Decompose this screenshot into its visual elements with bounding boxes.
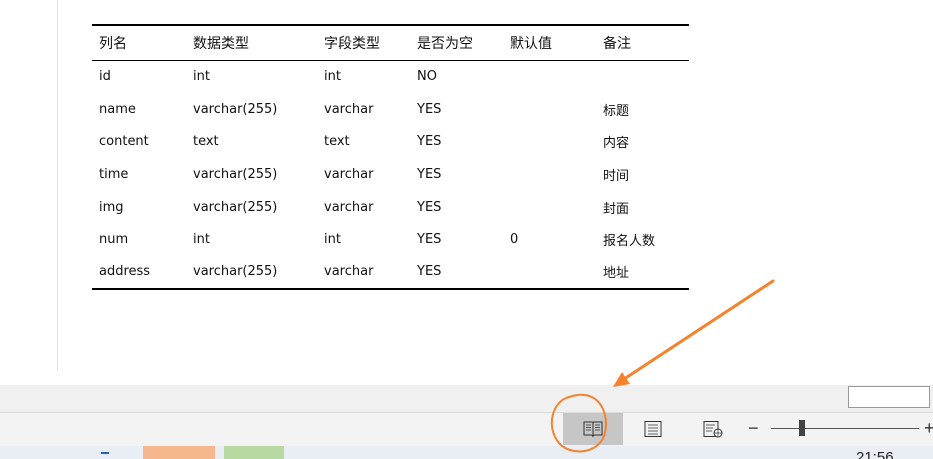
taskbar-app-button[interactable] <box>224 446 284 459</box>
table-cell <box>503 256 596 290</box>
column-header: 是否为空 <box>410 24 503 61</box>
read-mode-button[interactable] <box>563 413 623 445</box>
table-cell: varchar <box>317 256 410 290</box>
column-header: 默认值 <box>503 24 596 61</box>
table-cell: 内容 <box>603 136 630 152</box>
table-row: time varchar(255) varchar YES 时间 <box>92 158 689 191</box>
column-header: 列名 <box>92 24 186 61</box>
table-cell: int <box>193 232 210 248</box>
table-cell: YES <box>417 134 442 150</box>
table-row: name varchar(255) varchar YES 标题 <box>92 93 689 126</box>
find-input[interactable] <box>848 386 930 408</box>
schema-table: 列名 数据类型 字段类型 是否为空 默认值 备注 id int int NO n… <box>92 24 689 290</box>
table-cell: 0 <box>510 232 519 248</box>
table-cell: num <box>99 232 129 248</box>
table-cell: int <box>324 232 341 248</box>
print-layout-button[interactable] <box>632 413 674 445</box>
status-bar <box>0 413 933 446</box>
table-cell <box>503 60 596 93</box>
table-cell: varchar <box>324 199 374 215</box>
table-row: img varchar(255) varchar YES 封面 <box>92 191 689 224</box>
table-cell: content <box>99 134 149 150</box>
table-row: content text text YES 内容 <box>92 125 689 158</box>
table-cell: name <box>99 101 136 117</box>
table-cell: NO <box>417 69 437 85</box>
table-cell <box>503 158 596 191</box>
table-cell: 时间 <box>603 168 630 184</box>
table-cell: text <box>193 134 219 150</box>
table-cell: varchar <box>324 101 374 117</box>
table-cell: varchar(255) <box>193 101 278 117</box>
table-cell: YES <box>417 101 442 117</box>
zoom-in-button[interactable]: + <box>924 418 933 438</box>
horizontal-scroll-area[interactable] <box>0 385 933 413</box>
book-icon <box>583 421 603 438</box>
zoom-out-button[interactable]: − <box>748 418 759 438</box>
table-cell <box>503 191 596 224</box>
table-cell: address <box>92 256 186 290</box>
table-cell: img <box>99 199 124 215</box>
document-page: 列名 数据类型 字段类型 是否为空 默认值 备注 id int int NO n… <box>0 0 933 385</box>
table-cell: YES <box>417 232 442 248</box>
table-cell: 地址 <box>596 256 689 290</box>
table-cell: id <box>99 69 111 85</box>
table-cell: 标题 <box>603 103 630 119</box>
table-cell: YES <box>417 199 442 215</box>
table-row: id int int NO <box>92 60 689 93</box>
page-icon <box>644 421 662 437</box>
table-cell: time <box>99 166 129 182</box>
taskbar-clock: 21:56 <box>856 449 894 459</box>
table-cell: varchar(255) <box>193 166 278 182</box>
table-cell <box>596 60 689 93</box>
table-cell: YES <box>417 166 442 182</box>
table-cell: varchar <box>324 166 374 182</box>
web-page-icon <box>703 421 723 438</box>
taskbar-indicator <box>101 452 109 458</box>
web-layout-button[interactable] <box>692 413 734 445</box>
column-header: 字段类型 <box>317 24 410 61</box>
table-cell: int <box>324 69 341 85</box>
table-row: num int int YES 0 报名人数 <box>92 223 689 256</box>
column-header: 数据类型 <box>186 24 317 61</box>
zoom-slider-track[interactable] <box>771 428 919 429</box>
table-cell: YES <box>410 256 503 290</box>
table-header-row: 列名 数据类型 字段类型 是否为空 默认值 备注 <box>92 24 689 61</box>
table-cell: text <box>324 134 350 150</box>
table-cell: int <box>193 69 210 85</box>
table-cell: varchar(255) <box>193 199 278 215</box>
table-cell <box>503 125 596 158</box>
taskbar-app-button[interactable] <box>143 446 215 459</box>
taskbar <box>0 446 933 459</box>
table-cell <box>503 93 596 126</box>
page-margin-line <box>57 0 58 370</box>
table-cell: 封面 <box>603 201 630 217</box>
table-cell: 报名人数 <box>603 234 656 250</box>
column-header: 备注 <box>596 24 689 61</box>
table-cell: varchar(255) <box>186 256 317 290</box>
zoom-slider-thumb[interactable] <box>799 420 805 436</box>
table-row: address varchar(255) varchar YES 地址 <box>92 256 689 290</box>
